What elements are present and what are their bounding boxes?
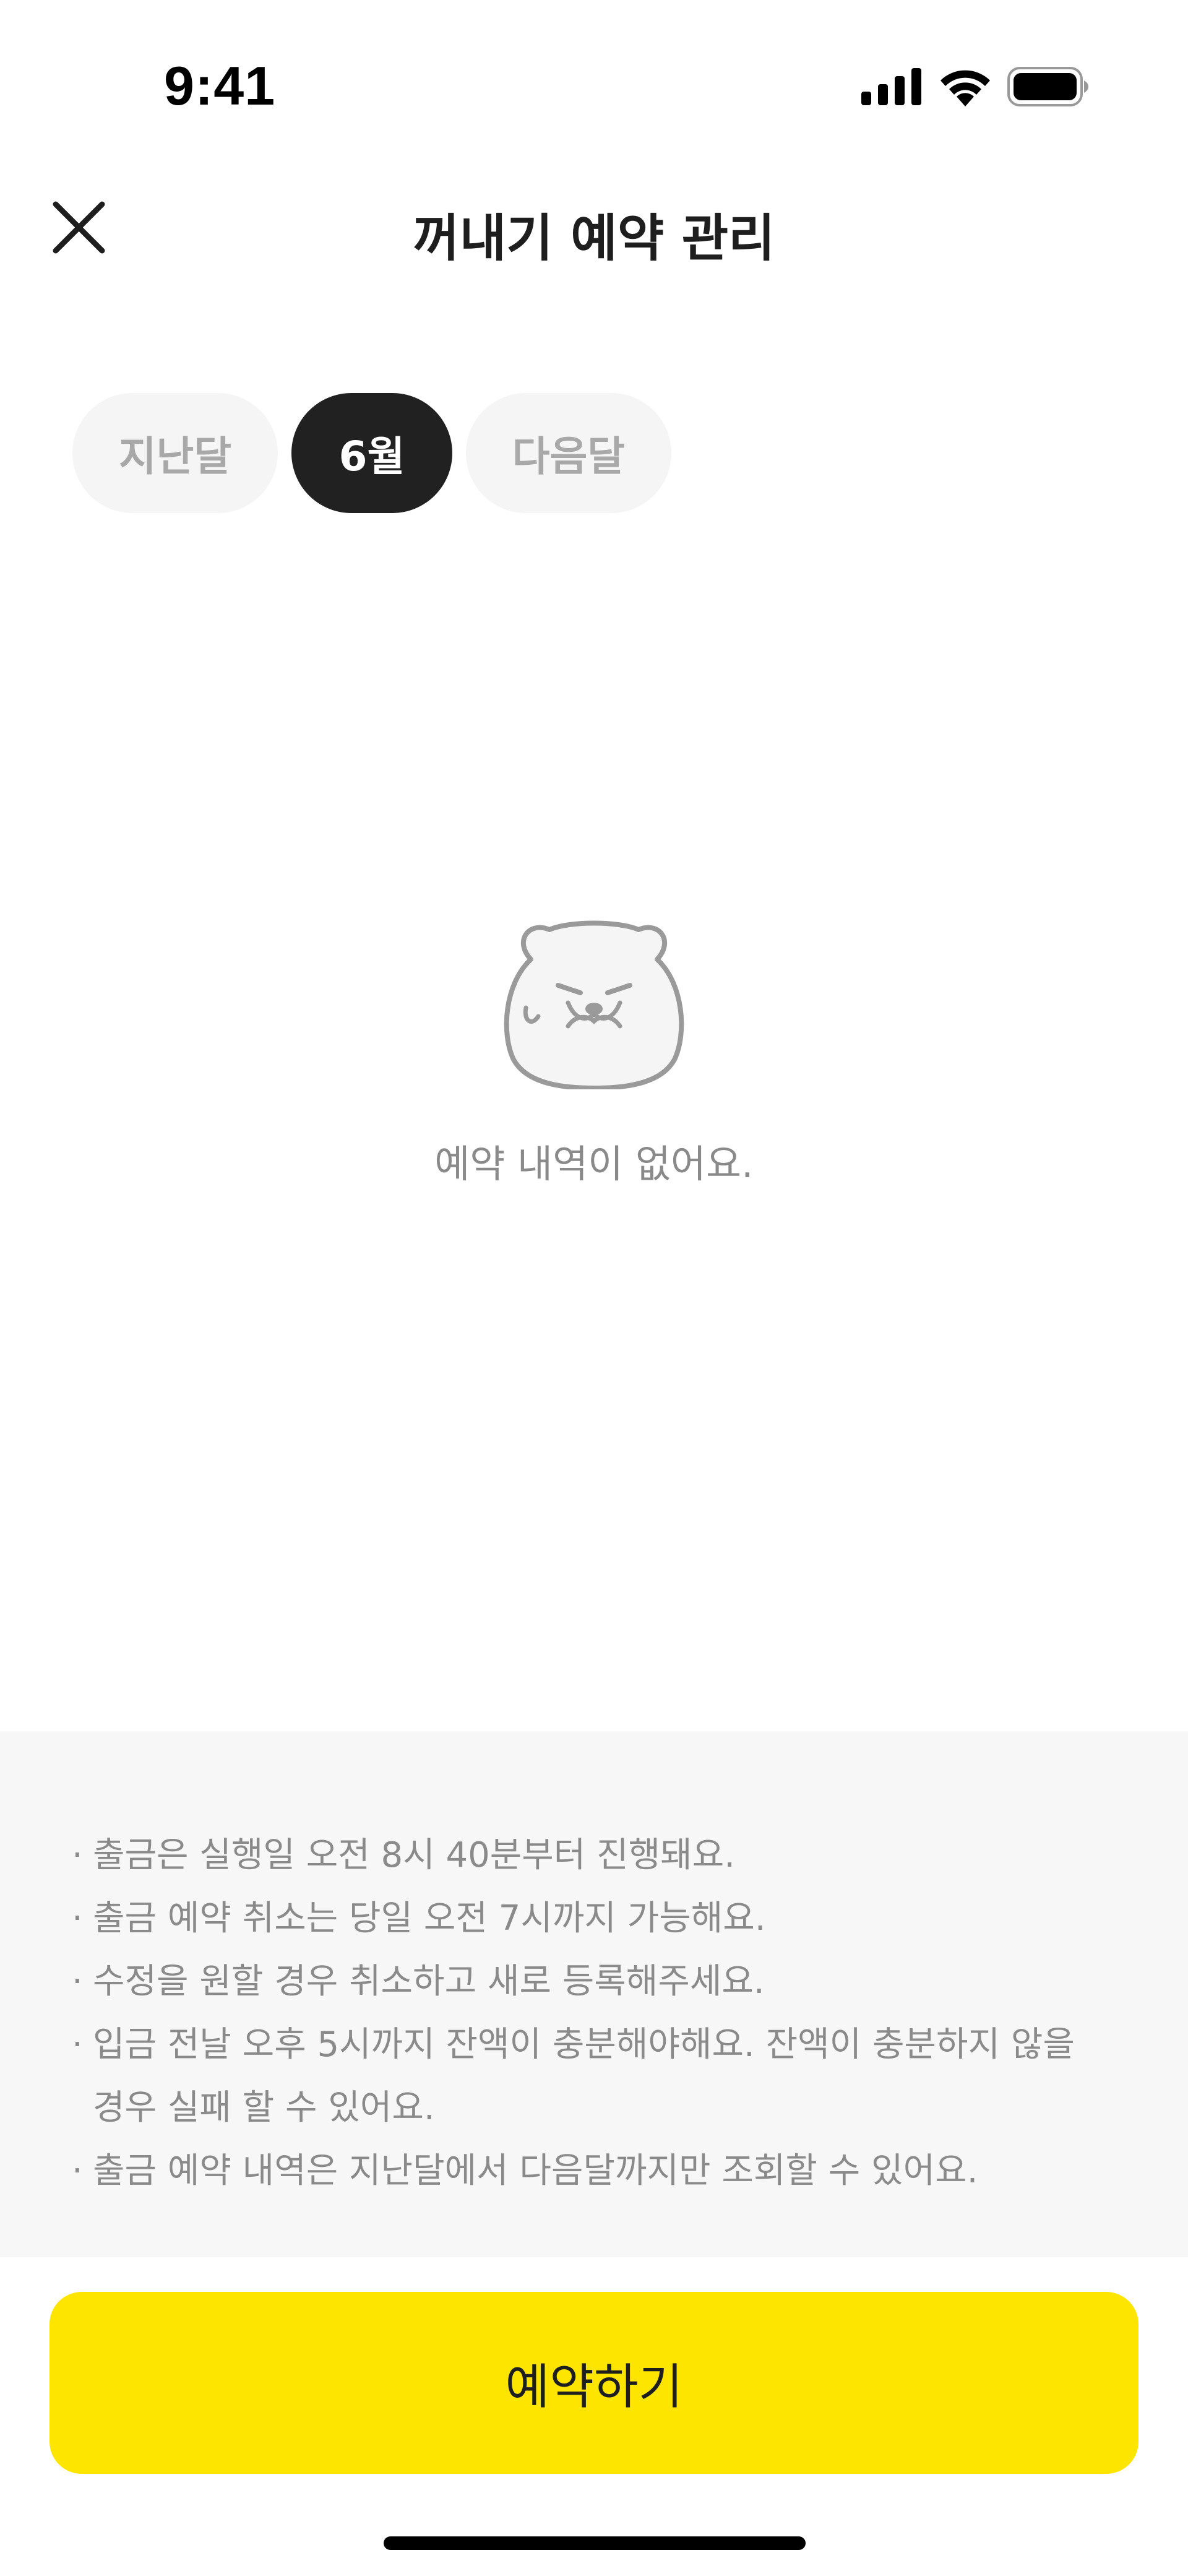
home-indicator [384, 2536, 806, 2550]
status-time: 9:41 [164, 55, 276, 116]
page-title: 꺼내기 예약 관리 [413, 209, 775, 268]
status-bar: 9:41 [0, 0, 1188, 155]
navigation-bar: 꺼내기 예약 관리 [0, 167, 1188, 291]
notice-item: 입금 전날 오후 5시까지 잔액이 충분해야해요. 잔액이 충분하지 않을 경우… [72, 2013, 1095, 2140]
empty-state: 예약 내역이 없어요. [0, 916, 1188, 1188]
wifi-icon [940, 70, 990, 106]
battery-icon [1007, 67, 1088, 106]
notice-item: 출금 예약 내역은 지난달에서 다음달까지만 조회할 수 있어요. [72, 2140, 1095, 2203]
tab-current-month[interactable]: 6월 [291, 393, 452, 513]
notice-section: 출금은 실행일 오전 8시 40분부터 진행돼요. 출금 예약 취소는 당일 오… [0, 1731, 1188, 2257]
empty-message: 예약 내역이 없어요. [434, 1141, 754, 1186]
notice-list: 출금은 실행일 오전 8시 40분부터 진행돼요. 출금 예약 취소는 당일 오… [0, 1731, 1188, 2203]
tab-previous-month[interactable]: 지난달 [72, 393, 278, 513]
notice-item: 출금은 실행일 오전 8시 40분부터 진행돼요. [72, 1824, 1095, 1887]
tab-next-month[interactable]: 다음달 [466, 393, 671, 513]
notice-item: 출금 예약 취소는 당일 오전 7시까지 가능해요. [72, 1887, 1095, 1950]
status-icons [861, 65, 1089, 108]
character-face-icon [504, 920, 684, 1089]
notice-item: 수정을 원할 경우 취소하고 새로 등록해주세요. [72, 1950, 1095, 2013]
reserve-button[interactable]: 예약하기 [50, 2292, 1138, 2474]
month-tabs: 지난달 6월 다음달 [72, 393, 671, 513]
screen: 9:41 꺼내기 예약 관리 지난달 6월 다음달 예약 내역이 없어요. · … [0, 0, 1188, 2576]
signal-icon [861, 68, 921, 105]
